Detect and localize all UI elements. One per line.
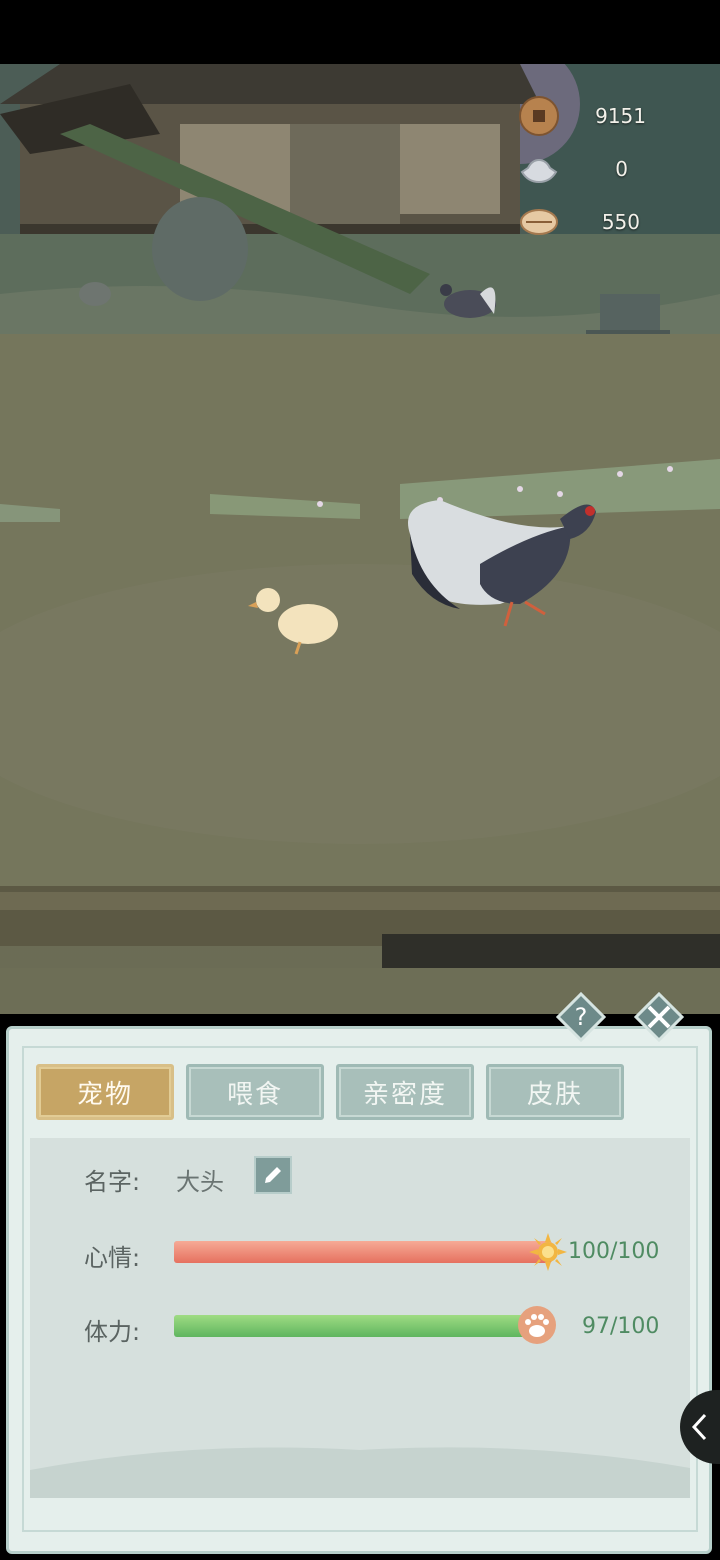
- mood-value: 100/100: [568, 1239, 660, 1264]
- shell-value: 550: [601, 210, 640, 234]
- panel-ground-decoration: [30, 1447, 690, 1498]
- status-bar: [0, 0, 720, 64]
- mood-bar: [174, 1241, 552, 1263]
- question-icon: ?: [575, 1003, 588, 1031]
- tab-skin[interactable]: 皮肤: [486, 1064, 624, 1120]
- currency-coins: 9151: [510, 94, 720, 138]
- stamina-bar: [174, 1315, 552, 1337]
- paw-icon: [518, 1306, 556, 1344]
- sun-icon: [529, 1233, 567, 1271]
- pencil-icon: [265, 1167, 281, 1183]
- mood-label: 心情:: [84, 1244, 141, 1272]
- name-label: 名字:: [84, 1168, 141, 1196]
- silver-ingot-icon: [520, 158, 558, 184]
- cowrie-shell-icon: [520, 209, 558, 235]
- edit-name-button[interactable]: [254, 1156, 292, 1194]
- pet-name: 大头: [176, 1168, 224, 1196]
- tab-pet[interactable]: 宠物: [36, 1064, 174, 1120]
- chevron-left-icon: [691, 1413, 707, 1441]
- tab-feed[interactable]: 喂食: [186, 1064, 324, 1120]
- mood-bar-fill: [174, 1241, 552, 1263]
- stamina-label: 体力:: [84, 1318, 141, 1346]
- stamina-bar-fill: [174, 1315, 541, 1337]
- close-button[interactable]: [634, 992, 684, 1042]
- stamina-value: 97/100: [582, 1314, 660, 1339]
- silver-value: 0: [615, 157, 628, 181]
- tab-intimacy[interactable]: 亲密度: [336, 1064, 474, 1120]
- coins-value: 9151: [595, 104, 646, 128]
- help-button[interactable]: ?: [556, 992, 606, 1042]
- tab-bar: 宠物 喂食 亲密度 皮肤: [36, 1064, 624, 1120]
- copper-coin-icon: [519, 96, 559, 136]
- pet-panel: ? 宠物 喂食 亲密度 皮肤 名字: 大头 心情: 100/100 体力: 97…: [0, 992, 720, 1560]
- currency-silver: 0: [510, 147, 720, 191]
- currency-shell: 550: [510, 200, 720, 244]
